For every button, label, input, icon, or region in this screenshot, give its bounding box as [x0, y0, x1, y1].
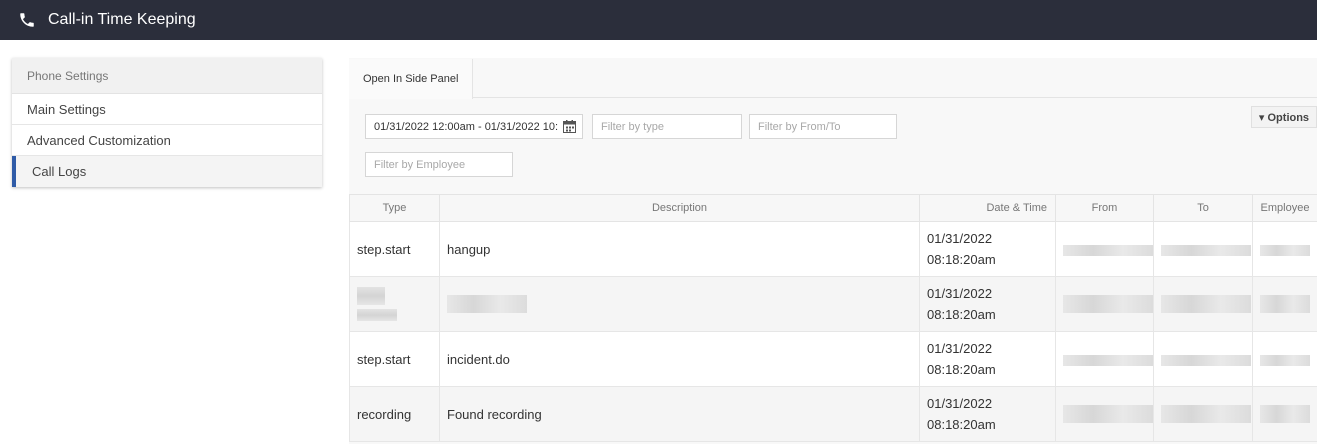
app-header: Call-in Time Keeping [0, 0, 1317, 40]
filter-bar: 01/31/2022 12:00am - 01/31/2022 10: Filt… [349, 99, 1317, 194]
column-header-type[interactable]: Type [349, 194, 440, 222]
cell-date-time: 01/31/2022 08:18:20am [919, 331, 1056, 387]
cell-time: 08:18:20am [927, 417, 996, 432]
settings-sidebar: Phone Settings Main Settings Advanced Cu… [12, 58, 322, 187]
cell-description: incident.do [439, 331, 920, 387]
sidebar-header: Phone Settings [12, 58, 322, 94]
sidebar-item-label: Advanced Customization [27, 132, 171, 148]
phone-icon [18, 11, 36, 29]
cell-date: 01/31/2022 [927, 396, 993, 411]
date-range-picker[interactable]: 01/31/2022 12:00am - 01/31/2022 10: [365, 114, 583, 139]
cell-type: step.start [349, 331, 440, 387]
cell-description-redacted [439, 276, 920, 332]
sidebar-item-advanced-customization[interactable]: Advanced Customization [12, 125, 322, 156]
cell-date-time: 01/31/2022 08:18:20am [919, 276, 1056, 332]
calendar-icon[interactable] [563, 120, 576, 133]
filter-from-to-input[interactable] [758, 120, 896, 133]
cell-to-redacted [1153, 331, 1253, 387]
filter-type-field[interactable] [592, 114, 742, 139]
cell-date: 01/31/2022 [927, 286, 993, 301]
table-row[interactable]: 01/31/2022 08:18:20am [349, 276, 1317, 332]
cell-from-redacted [1055, 221, 1154, 277]
cell-description: Found recording [439, 386, 920, 442]
cell-time: 08:18:20am [927, 252, 996, 267]
filter-type-input[interactable] [601, 120, 741, 133]
sidebar-item-label: Main Settings [27, 101, 106, 117]
cell-employee-redacted [1252, 276, 1317, 332]
sidebar-item-label: Call Logs [32, 164, 87, 179]
table-header-row: Type Description Date & Time From To Emp… [349, 194, 1317, 222]
cell-type: recording [349, 386, 440, 442]
cell-to-redacted [1153, 276, 1253, 332]
table-row[interactable]: recording Found recording 01/31/2022 08:… [349, 386, 1317, 442]
cell-employee-redacted [1252, 386, 1317, 442]
date-range-value: 01/31/2022 12:00am - 01/31/2022 10: [374, 120, 559, 133]
cell-time: 08:18:20am [927, 362, 996, 377]
column-header-to[interactable]: To [1153, 194, 1253, 222]
cell-type: step.start [349, 221, 440, 277]
table-row[interactable]: step.start hangup 01/31/2022 08:18:20am [349, 221, 1317, 277]
cell-to-redacted [1153, 221, 1253, 277]
column-header-date-time[interactable]: Date & Time [919, 194, 1056, 222]
column-header-employee[interactable]: Employee [1252, 194, 1317, 222]
sidebar-item-main-settings[interactable]: Main Settings [12, 94, 322, 125]
filter-from-to-field[interactable] [749, 114, 897, 139]
options-dropdown-button[interactable]: ▾ Options [1251, 106, 1317, 128]
cell-date: 01/31/2022 [927, 341, 993, 356]
tab-open-in-side-panel[interactable]: Open In Side Panel [349, 59, 474, 99]
filter-employee-input[interactable] [374, 158, 512, 171]
column-header-from[interactable]: From [1055, 194, 1154, 222]
table-row[interactable]: step.start incident.do 01/31/2022 08:18:… [349, 331, 1317, 387]
cell-date-time: 01/31/2022 08:18:20am [919, 386, 1056, 442]
cell-description: hangup [439, 221, 920, 277]
cell-from-redacted [1055, 386, 1154, 442]
sidebar-item-call-logs[interactable]: Call Logs [12, 156, 322, 187]
column-header-description[interactable]: Description [439, 194, 920, 222]
cell-date: 01/31/2022 [927, 231, 993, 246]
filter-employee-field[interactable] [365, 152, 513, 177]
app-title: Call-in Time Keeping [48, 11, 196, 28]
call-log-table: Type Description Date & Time From To Emp… [349, 194, 1317, 442]
cell-from-redacted [1055, 331, 1154, 387]
cell-employee-redacted [1252, 331, 1317, 387]
cell-from-redacted [1055, 276, 1154, 332]
call-logs-panel: Open In Side Panel 01/31/2022 12:00am - … [349, 58, 1317, 444]
cell-to-redacted [1153, 386, 1253, 442]
cell-employee-redacted [1252, 221, 1317, 277]
cell-date-time: 01/31/2022 08:18:20am [919, 221, 1056, 277]
cell-type-redacted [349, 276, 440, 332]
cell-time: 08:18:20am [927, 307, 996, 322]
tab-strip: Open In Side Panel [349, 58, 1317, 99]
